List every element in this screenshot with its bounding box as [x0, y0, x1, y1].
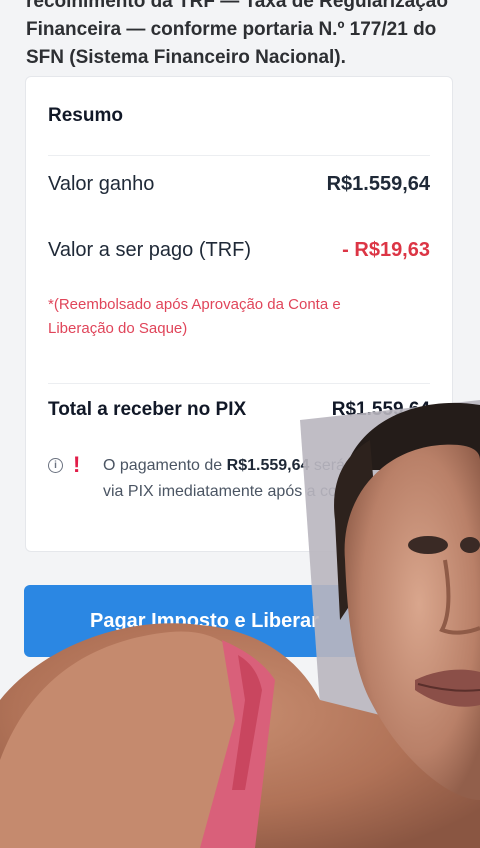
intro-line-1: recolhimento da TRF — Taxa de Regulariza… [26, 0, 448, 12]
fee-label: Valor a ser pago (TRF) [48, 239, 252, 261]
info-text-before: O pagamento de [103, 457, 227, 474]
intro-line-2: Financeira — conforme portaria N.º 177/2… [26, 19, 437, 40]
divider [48, 155, 430, 156]
summary-card: Resumo Valor ganho R$1.559,64 Valor a se… [25, 76, 453, 552]
refund-note: *(Reembolsado após Aprovação da Conta e … [48, 296, 341, 337]
earned-label: Valor ganho [48, 173, 155, 195]
info-amount: R$1.559,64 [226, 457, 310, 474]
earned-value: R$1.559,64 [326, 173, 430, 195]
payment-info-text: O pagamento de R$1.559,64 será processad… [103, 453, 443, 505]
intro-line-3: SFN (Sistema Financeiro Nacional). [26, 47, 346, 68]
total-value: R$1.559,64 [331, 399, 430, 420]
total-label: Total a receber no PIX [48, 399, 247, 420]
pay-tax-button[interactable]: Pagar Imposto e Liberar [24, 585, 464, 657]
intro-text: recolhimento da TRF — Taxa de Regulariza… [26, 0, 466, 72]
fee-value: - R$19,63 [342, 239, 430, 261]
summary-title: Resumo [48, 105, 123, 126]
divider [48, 383, 430, 384]
exclamation-icon: ! [73, 452, 81, 477]
info-icon: i [48, 458, 63, 473]
